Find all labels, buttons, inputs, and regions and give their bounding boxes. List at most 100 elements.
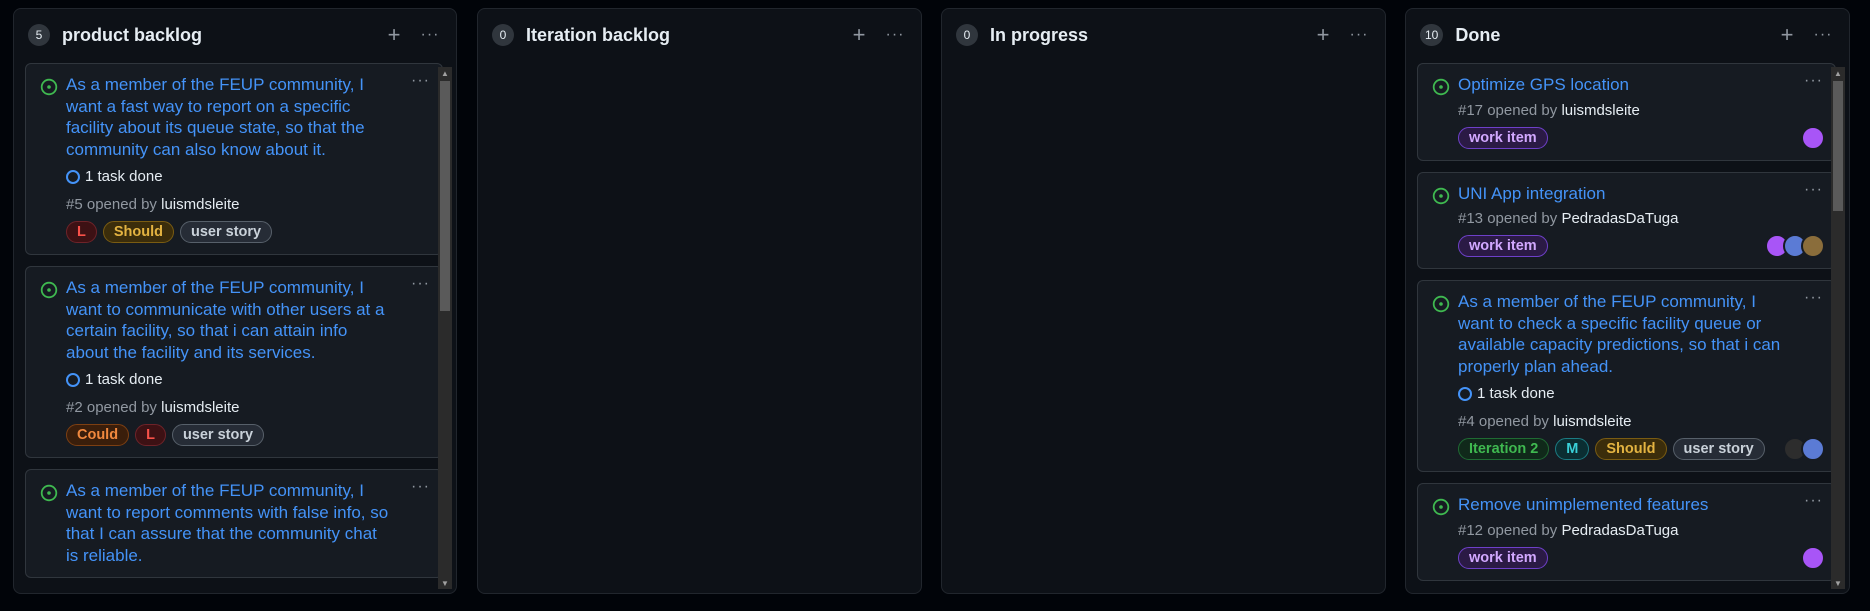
issue-label[interactable]: user story [180,221,273,243]
label-list: Iteration 2 M Should user story [1458,438,1823,460]
column-header: 0 In progress + ··· [942,9,1385,61]
add-item-button[interactable]: + [1309,21,1337,49]
issue-label[interactable]: Iteration 2 [1458,438,1550,460]
open-issue-icon [40,484,58,502]
card-menu-button[interactable]: ··· [1804,72,1823,90]
scrollbar[interactable]: ▲ ▼ [438,67,452,589]
add-item-button[interactable]: + [845,21,873,49]
column-header: 0 Iteration backlog + ··· [478,9,921,61]
column-menu-button[interactable]: ··· [416,21,444,49]
opened-by-text: opened by [86,399,157,416]
issue-label[interactable]: user story [171,424,265,446]
opened-by-text: opened by [86,196,157,213]
issue-card[interactable]: As a member of the FEUP community, I wan… [25,63,443,255]
task-progress: 1 task done [66,168,430,185]
avatar[interactable] [1801,125,1825,150]
board-column: 5 product backlog + ··· As a member of the F… [13,8,457,594]
author-link[interactable]: luismdsleite [1561,102,1639,119]
item-count-badge: 0 [492,24,514,46]
issue-label[interactable]: Should [1595,438,1667,460]
scroll-down-arrow[interactable]: ▼ [438,577,452,589]
column-menu-button[interactable]: ··· [1809,21,1837,49]
scroll-up-arrow[interactable]: ▲ [438,67,452,79]
task-ring-icon [66,169,80,184]
issue-label[interactable]: L [66,221,97,243]
card-menu-button[interactable]: ··· [1804,492,1823,510]
column-menu-button[interactable]: ··· [1345,21,1373,49]
issue-label[interactable]: L [135,424,166,446]
add-item-button[interactable]: + [380,21,408,49]
column-title: Done [1455,24,1501,45]
task-progress-label: 1 task done [85,371,163,388]
issue-card[interactable]: Optimize GPS location ··· #17 opened by lu… [1417,63,1836,161]
card-menu-button[interactable]: ··· [411,275,430,293]
issue-meta: #12 opened by PedradasDaTuga [1458,522,1823,539]
avatar[interactable] [1801,234,1825,258]
issue-label[interactable]: work item [1458,126,1548,149]
issue-title-link[interactable]: UNI App integration [1458,183,1823,205]
assignee-avatars [1801,545,1825,570]
issue-label[interactable]: work item [1458,235,1548,257]
issue-label[interactable]: user story [1672,438,1765,460]
item-count-badge: 10 [1420,24,1444,46]
label-list: work item [1458,126,1823,149]
column-header: 10 Done + ··· [1406,9,1849,61]
issue-title-link[interactable]: As a member of the FEUP community, I wan… [66,277,430,363]
card-menu-button[interactable]: ··· [1804,289,1823,307]
author-link[interactable]: PedradasDaTuga [1561,522,1678,539]
task-progress-label: 1 task done [1477,385,1555,402]
column-menu-button[interactable]: ··· [881,21,909,49]
issue-label[interactable]: Should [102,221,174,243]
assignee-avatars [1801,125,1825,150]
issue-number: #2 [66,399,83,416]
assignee-avatars [1783,437,1825,461]
label-list: Could Luser story [66,424,430,446]
open-issue-icon [1432,498,1450,516]
open-issue-icon [1432,295,1450,313]
task-progress: 1 task done [1458,385,1823,402]
issue-card[interactable]: As a member of the FEUP community, I wan… [1417,280,1836,472]
card-menu-button[interactable]: ··· [411,478,430,496]
issue-label[interactable]: Could [66,424,130,446]
issue-number: #13 [1458,210,1484,227]
issue-meta: #4 opened by luismdsleite [1458,413,1823,430]
issue-card[interactable]: As a member of the FEUP community, I wan… [25,469,443,578]
issue-title-link[interactable]: As a member of the FEUP community, I wan… [1458,291,1823,377]
issue-title-link[interactable]: As a member of the FEUP community, I wan… [66,480,430,566]
issue-meta: #13 opened by PedradasDaTuga [1458,210,1823,227]
issue-number: #5 [66,196,83,213]
open-issue-icon [40,78,58,96]
opened-by-text: opened by [1487,521,1558,539]
issue-label[interactable]: M [1555,438,1590,460]
scrollbar[interactable]: ▲ ▼ [1831,67,1845,589]
column-header: 5 product backlog + ··· [14,9,456,61]
scroll-up-arrow[interactable]: ▲ [1831,67,1845,79]
label-list: L Should user story [66,221,430,243]
scrollbar-thumb[interactable] [440,81,450,311]
open-issue-icon [1432,187,1450,204]
card-menu-button[interactable]: ··· [1804,181,1823,199]
issue-label[interactable]: work item [1458,546,1548,569]
author-link[interactable]: PedradasDaTuga [1561,210,1678,227]
card-menu-button[interactable]: ··· [411,72,430,90]
issue-title-link[interactable]: As a member of the FEUP community, I wan… [66,74,430,160]
issue-card[interactable]: Remove unimplemented features ··· #12 open… [1417,483,1836,581]
column-title: In progress [990,24,1089,45]
issue-meta: #17 opened by luismdsleite [1458,102,1823,119]
issue-title-link[interactable]: Remove unimplemented features [1458,494,1823,516]
author-link[interactable]: luismdsleite [1553,413,1631,430]
card-list: As a member of the FEUP community, I wan… [25,63,443,593]
issue-title-link[interactable]: Optimize GPS location [1458,74,1823,96]
issue-card[interactable]: UNI App integration ··· #13 opened by Pedr… [1417,171,1836,269]
avatar[interactable] [1801,437,1825,461]
scrollbar-thumb[interactable] [1833,81,1843,211]
issue-number: #17 [1458,101,1484,119]
add-item-button[interactable]: + [1773,21,1801,49]
author-link[interactable]: luismdsleite [161,196,239,213]
scroll-down-arrow[interactable]: ▼ [1831,577,1845,589]
issue-card[interactable]: As a member of the FEUP community, I wan… [25,266,443,458]
author-link[interactable]: luismdsleite [161,399,239,416]
board-column: 0 In progress + ··· [941,8,1386,594]
avatar[interactable] [1801,545,1825,570]
board-column: 10 Done + ··· Optimize GPS location ··· #17 op… [1405,8,1850,594]
